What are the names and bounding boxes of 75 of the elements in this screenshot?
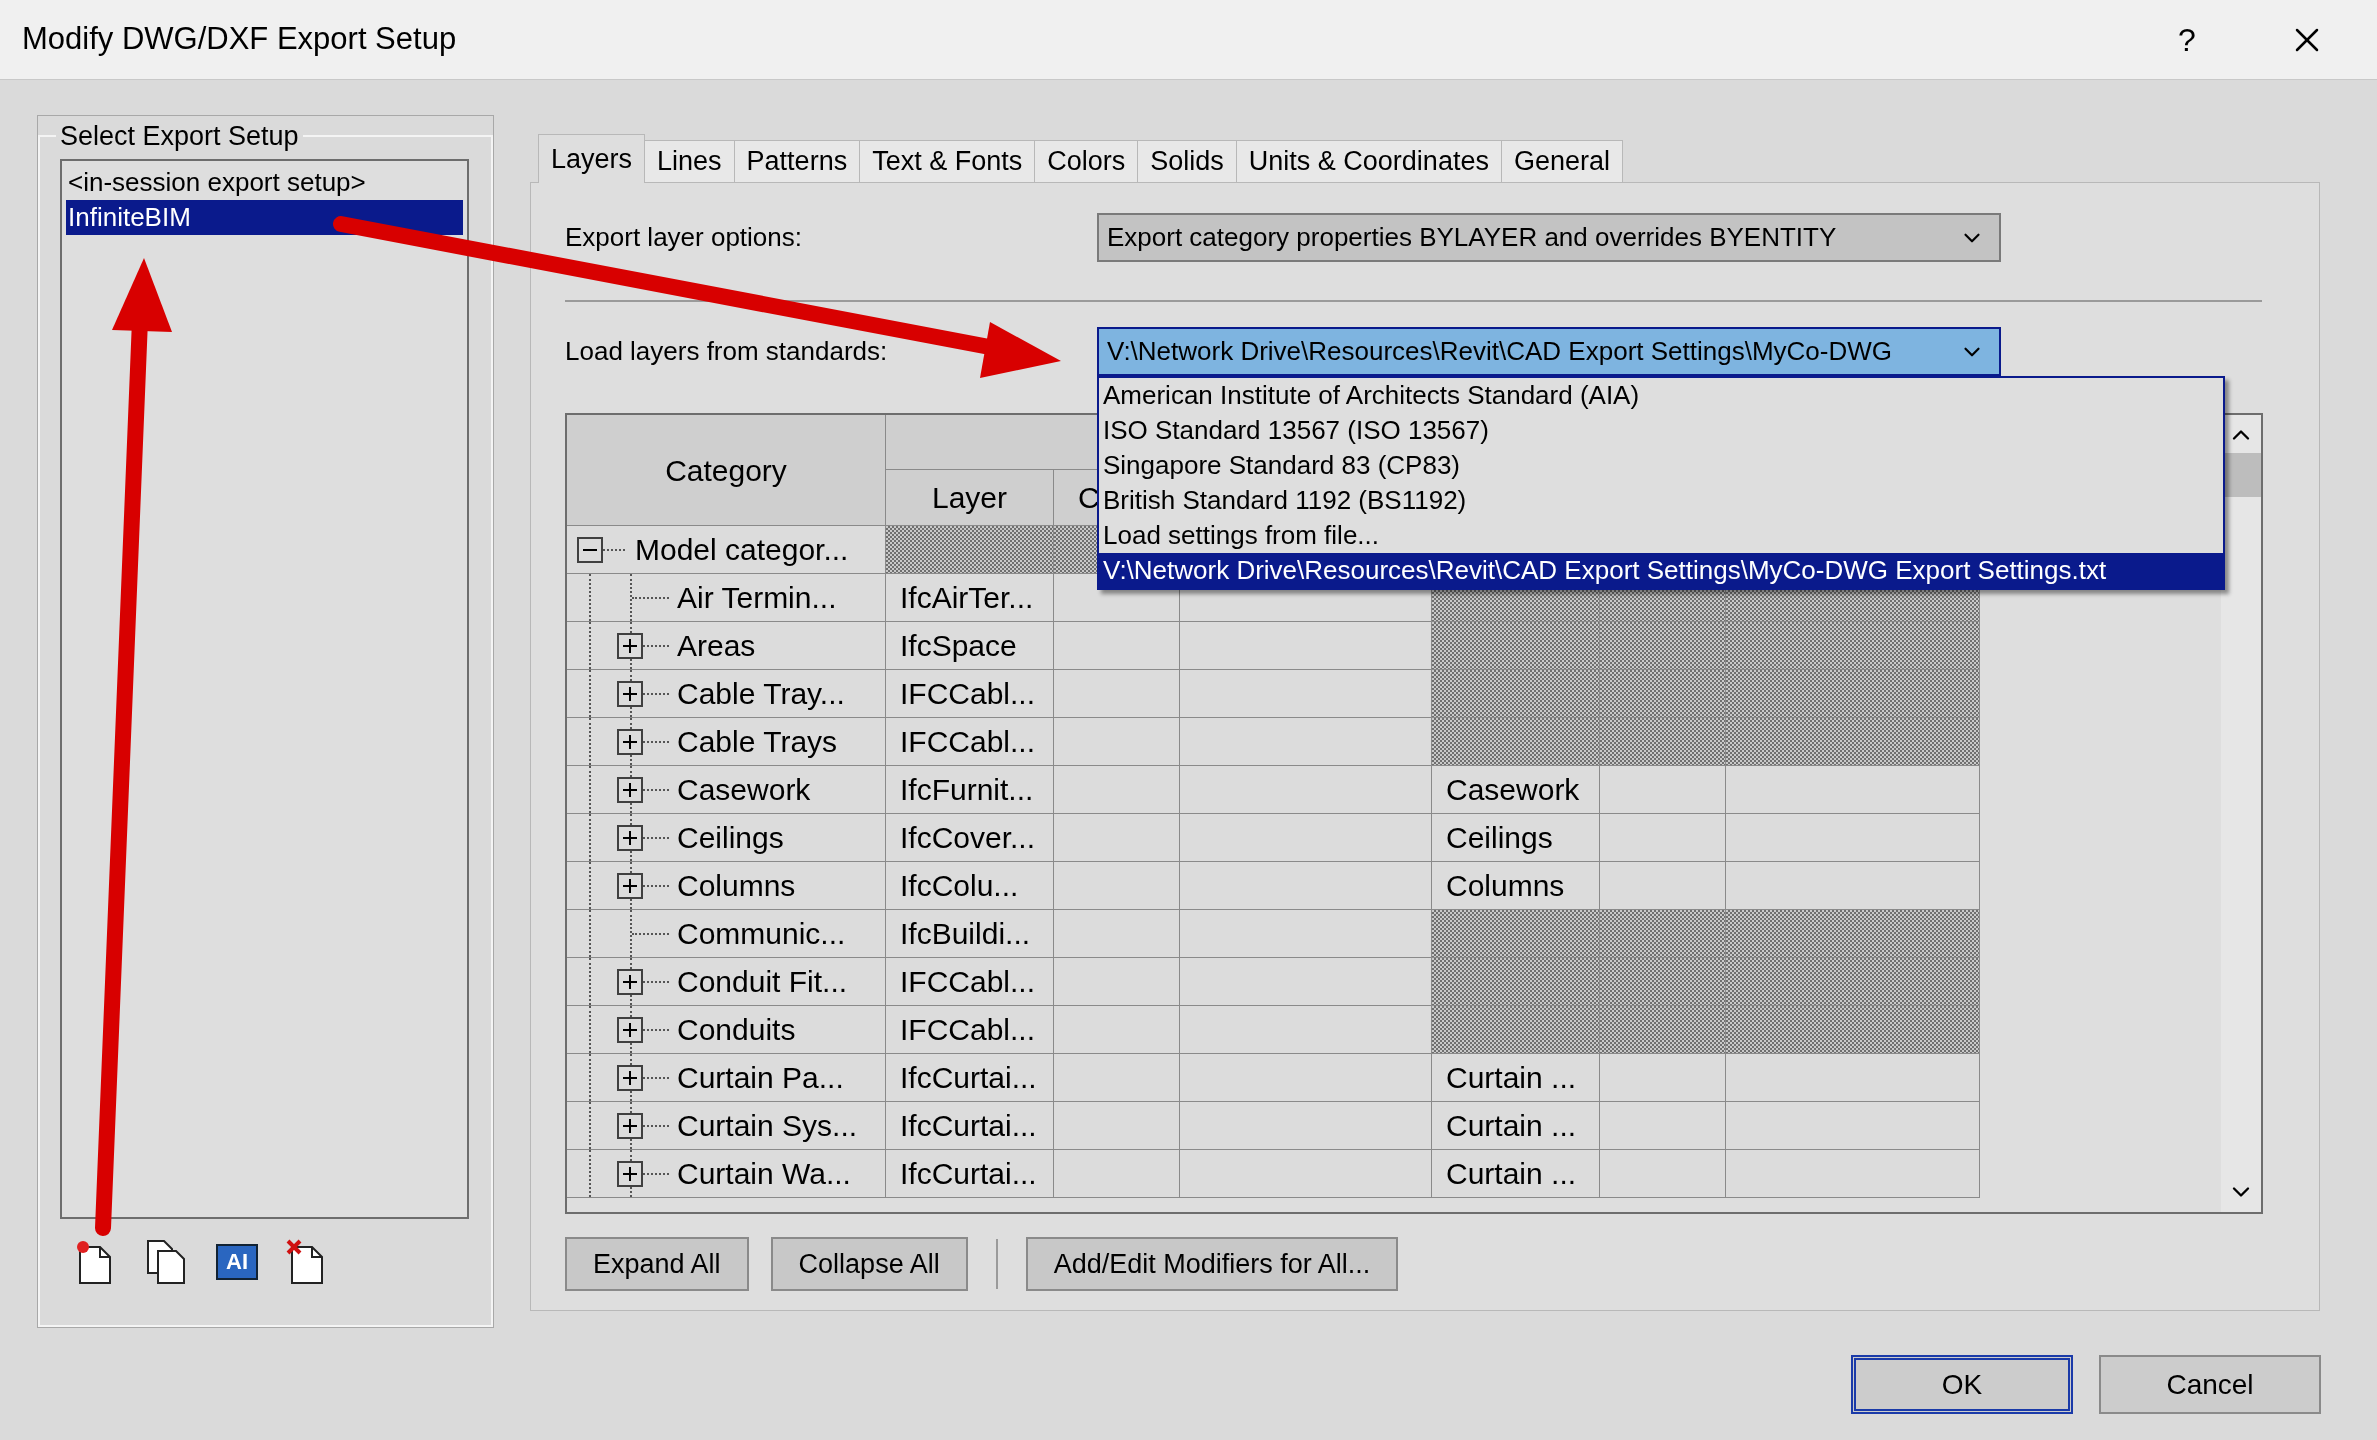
- table-cell: Curtain ...: [1432, 1054, 1600, 1102]
- expand-icon[interactable]: [617, 968, 643, 995]
- rename-icon[interactable]: AI: [216, 1243, 258, 1280]
- table-button[interactable]: Collapse All: [770, 1237, 968, 1291]
- table-cell: IfcSpace: [886, 622, 1054, 670]
- table-cell: Areas: [567, 622, 886, 670]
- table-cell: Conduit Fit...: [567, 958, 886, 1006]
- table-cell: Cable Trays: [567, 718, 886, 766]
- dialog-button[interactable]: Cancel: [2099, 1355, 2321, 1414]
- tab[interactable]: Lines: [644, 140, 735, 182]
- table-cell: Curtain Wa...: [567, 1150, 886, 1198]
- table-cell: Communic...: [567, 910, 886, 958]
- expand-icon[interactable]: [617, 680, 643, 707]
- table-cell: Curtain Sys...: [567, 1102, 886, 1150]
- table-cell: Ceilings: [1432, 814, 1600, 862]
- expand-icon[interactable]: [617, 1160, 643, 1187]
- table-cell: Columns: [1432, 862, 1600, 910]
- table-cell: IFCCabl...: [886, 958, 1054, 1006]
- table-cell: Ceilings: [567, 814, 886, 862]
- expand-icon[interactable]: [617, 1016, 643, 1043]
- table-cell: Curtain ...: [1432, 1102, 1600, 1150]
- field-label: Load layers from standards:: [565, 335, 889, 368]
- group-label: Select Export Setup: [59, 120, 300, 153]
- expand-icon[interactable]: [617, 872, 643, 899]
- dropdown-option[interactable]: V:\Network Drive\Resources\Revit\CAD Export Settings\MyCo-DWG Export Settings.txt: [1099, 553, 2223, 588]
- table-cell: IfcFurnit...: [886, 766, 1054, 814]
- window-title: Modify DWG/DXF Export Setup: [22, 20, 457, 59]
- standards-dropdown[interactable]: V:\Network Drive\Resources\Revit\CAD Export Settings\MyCo-DWG: [1097, 327, 2001, 376]
- expand-icon[interactable]: [617, 824, 643, 851]
- help-button[interactable]: ?: [2157, 9, 2217, 70]
- table-button[interactable]: Expand All: [565, 1237, 749, 1291]
- tab[interactable]: Layers: [538, 134, 646, 183]
- setup-list-item[interactable]: <in-session export setup>: [66, 164, 463, 200]
- tab[interactable]: Colors: [1034, 140, 1139, 182]
- setup-list-item[interactable]: InfiniteBIM: [66, 199, 463, 235]
- scrollbar[interactable]: [2221, 415, 2261, 1212]
- table-cell: IfcCurtai...: [886, 1102, 1054, 1150]
- table-cell: Columns: [567, 862, 886, 910]
- table-cell: Casework: [567, 766, 886, 814]
- table-cell: IFCCabl...: [886, 1006, 1054, 1054]
- tab[interactable]: Patterns: [733, 140, 861, 182]
- tab[interactable]: Solids: [1137, 140, 1237, 182]
- table-cell: Curtain Pa...: [567, 1054, 886, 1102]
- expand-icon[interactable]: [617, 1112, 643, 1139]
- tab[interactable]: Text & Fonts: [859, 140, 1036, 182]
- tab[interactable]: General: [1500, 140, 1623, 182]
- table-cell: Casework: [1432, 766, 1600, 814]
- layer-options-dropdown[interactable]: Export category properties BYLAYER and overrides BYENTITY: [1097, 213, 2001, 262]
- table-cell: IfcCurtai...: [886, 1054, 1054, 1102]
- table-cell: Air Termin...: [567, 574, 886, 622]
- expand-icon[interactable]: [617, 1064, 643, 1091]
- table-cell: Curtain ...: [1432, 1150, 1600, 1198]
- table-cell: Cable Tray...: [567, 670, 886, 718]
- expand-icon[interactable]: [617, 728, 643, 755]
- collapse-icon[interactable]: [577, 536, 603, 563]
- expand-icon[interactable]: [617, 776, 643, 803]
- field-label: Export layer options:: [565, 221, 803, 254]
- table-cell: IfcColu...: [886, 862, 1054, 910]
- table-cell: Conduits: [567, 1006, 886, 1054]
- table-cell: IFCCabl...: [886, 670, 1054, 718]
- tab[interactable]: Units & Coordinates: [1235, 140, 1502, 182]
- table-cell: IfcCurtai...: [886, 1150, 1054, 1198]
- table-cell: IfcCover...: [886, 814, 1054, 862]
- column-header: Layer: [886, 470, 1054, 526]
- table-cell: IfcBuildi...: [886, 910, 1054, 958]
- column-header: Category: [567, 415, 886, 526]
- expand-icon[interactable]: [617, 632, 643, 659]
- dropdown-option[interactable]: ISO Standard 13567 (ISO 13567): [1099, 413, 2223, 448]
- table-cell: Model categor...: [567, 526, 886, 574]
- table-cell: IFCCabl...: [886, 718, 1054, 766]
- table-cell: IfcAirTer...: [886, 574, 1054, 622]
- dropdown-option[interactable]: American Institute of Architects Standard (AIA): [1099, 378, 2223, 413]
- dialog-button[interactable]: OK: [1851, 1355, 2073, 1414]
- copy-icon[interactable]: [144, 1238, 188, 1285]
- table-button[interactable]: Add/Edit Modifiers for All...: [1025, 1237, 1399, 1291]
